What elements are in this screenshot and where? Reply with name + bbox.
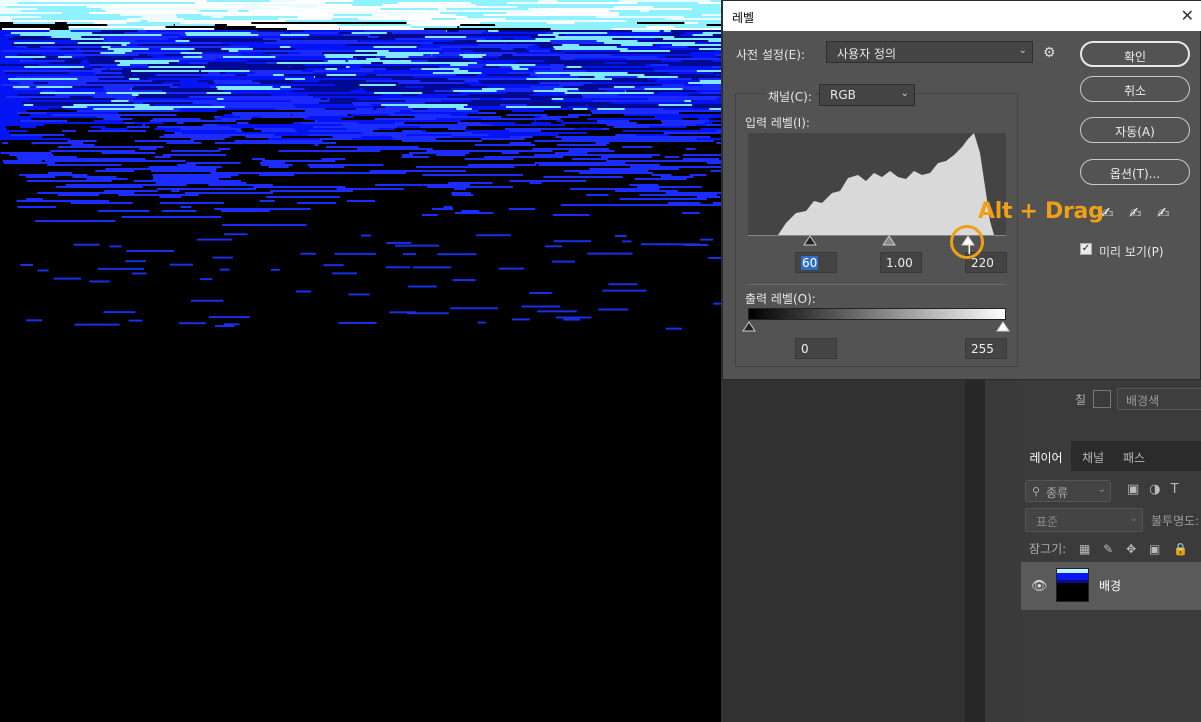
histogram-graph xyxy=(748,133,994,235)
input-levels-label: 입력 레벨(I): xyxy=(745,116,810,130)
type-filter-icon[interactable]: T xyxy=(1171,482,1189,497)
chevron-down-icon: ⌄ xyxy=(900,88,909,99)
ok-button[interactable]: 확인 xyxy=(1080,41,1190,67)
document-canvas[interactable] xyxy=(0,0,721,722)
lock-label: 잠그기: xyxy=(1029,542,1067,556)
tab-layers[interactable]: 레이어 xyxy=(1021,441,1071,471)
gray-eyedropper-icon[interactable]: ✍ xyxy=(1129,204,1142,222)
preset-select[interactable]: 사용자 정의 ⌄ xyxy=(826,41,1033,63)
fill-label: 칠 xyxy=(1075,393,1087,407)
gear-icon[interactable]: ⚙ xyxy=(1043,45,1056,61)
layer-name: 배경 xyxy=(1099,579,1122,593)
layer-kind-label: 종류 xyxy=(1046,486,1069,500)
cancel-button[interactable]: 취소 xyxy=(1080,76,1190,102)
chevron-down-icon: ⌄ xyxy=(1129,513,1138,524)
image-filter-icon[interactable]: ▣ xyxy=(1127,482,1149,497)
water-image xyxy=(0,0,721,722)
white-eyedropper-icon[interactable]: ✍ xyxy=(1157,204,1170,222)
chevron-down-icon: ⌄ xyxy=(1097,484,1106,495)
auto-button[interactable]: 자동(A) xyxy=(1080,117,1190,143)
lock-row: 잠그기: ▦ ✎ ✥ ▣ 🔒 칠 xyxy=(1029,540,1201,557)
layer-filter-icons[interactable]: ▣◑T xyxy=(1127,482,1189,497)
chevron-down-icon: ⌄ xyxy=(1018,45,1027,56)
mouse-cursor-icon: ⭡ xyxy=(965,238,974,259)
lock-all-icon[interactable]: 🔒 xyxy=(1173,542,1188,556)
output-white-slider[interactable] xyxy=(996,321,1010,333)
input-gamma-slider[interactable] xyxy=(882,235,896,247)
adjustment-filter-icon[interactable]: ◑ xyxy=(1149,482,1170,497)
dialog-title: 레벨 xyxy=(732,11,755,25)
output-black-slider[interactable] xyxy=(742,321,756,333)
blend-mode-select[interactable]: 표준 ⌄ xyxy=(1025,508,1143,532)
lock-position-icon[interactable]: ✥ xyxy=(1126,542,1136,556)
output-levels-label: 출력 레벨(O): xyxy=(745,292,816,306)
lock-paint-icon[interactable]: ✎ xyxy=(1103,542,1113,556)
layer-kind-filter[interactable]: ⚲ 종류 ⌄ xyxy=(1025,480,1111,502)
channel-select[interactable]: RGB ⌄ xyxy=(819,84,915,106)
panel-tabs: 레이어 채널 패스 xyxy=(1021,441,1201,471)
output-gradient xyxy=(748,308,1006,320)
channel-label: 채널(C): xyxy=(765,88,815,105)
opacity-label: 불투명도: xyxy=(1151,514,1200,528)
panel-divider xyxy=(965,380,985,722)
input-black-field[interactable]: 60 xyxy=(795,252,837,273)
fill-swatch[interactable] xyxy=(1093,390,1111,408)
preview-label: 미리 보기(P) xyxy=(1099,245,1164,259)
dialog-titlebar[interactable]: 레벨 ✕ xyxy=(723,1,1201,31)
search-icon: ⚲ xyxy=(1032,485,1041,498)
tab-channels[interactable]: 채널 xyxy=(1073,441,1113,471)
input-gamma-field[interactable]: 1.00 xyxy=(880,252,922,273)
histogram xyxy=(748,133,1006,235)
visibility-eye-icon[interactable]: 👁 xyxy=(1031,579,1048,594)
output-white-field[interactable]: 255 xyxy=(965,338,1007,359)
tab-paths[interactable]: 패스 xyxy=(1115,441,1153,471)
channel-value: RGB xyxy=(830,88,856,102)
alt-drag-annotation: Alt + Drag xyxy=(978,199,1104,224)
levels-separator xyxy=(748,284,1006,285)
fill-select[interactable]: 배경색 xyxy=(1117,388,1201,410)
levels-dialog: 레벨 ✕ 사전 설정(E): 사용자 정의 ⌄ ⚙ 채널(C): RGB ⌄ 입… xyxy=(722,0,1201,380)
close-icon[interactable]: ✕ xyxy=(1181,6,1194,25)
layer-thumbnail xyxy=(1056,568,1089,602)
collapsed-panel-strip xyxy=(985,380,1021,722)
preview-checkbox[interactable]: ✓ xyxy=(1080,243,1092,255)
output-black-field[interactable]: 0 xyxy=(795,338,837,359)
fill-row: 칠 배경색 xyxy=(1021,380,1201,420)
preset-label: 사전 설정(E): xyxy=(736,48,805,62)
preset-value: 사용자 정의 xyxy=(837,47,897,61)
lock-pixels-icon[interactable]: ▦ xyxy=(1079,542,1090,556)
input-black-slider[interactable] xyxy=(803,235,817,247)
lock-artboard-icon[interactable]: ▣ xyxy=(1149,542,1160,556)
options-button[interactable]: 옵션(T)... xyxy=(1080,159,1190,185)
layer-row[interactable]: 👁 배경 xyxy=(1021,562,1201,610)
blend-mode-value: 표준 xyxy=(1036,515,1059,529)
